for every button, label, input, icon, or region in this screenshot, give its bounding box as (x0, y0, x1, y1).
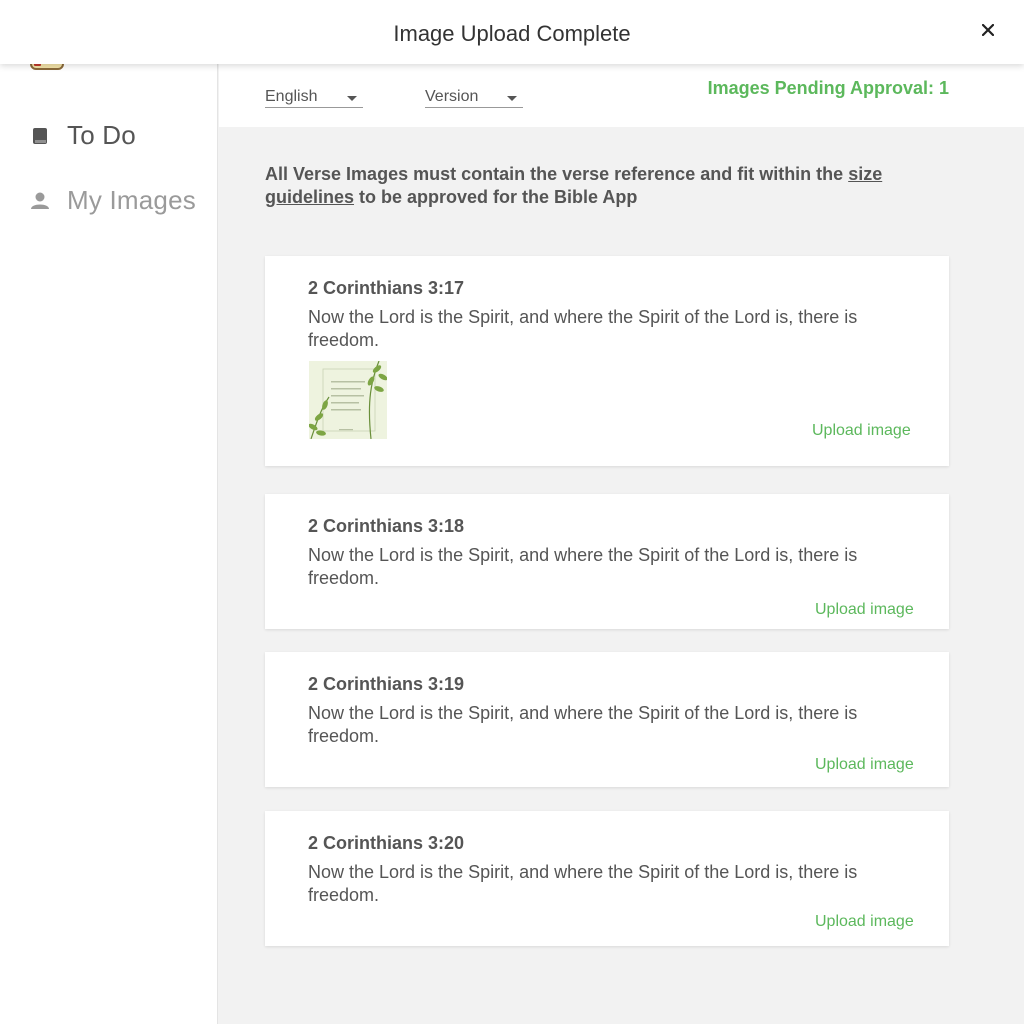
version-select-value: Version (425, 88, 479, 105)
sidebar-item-label: To Do (67, 120, 136, 150)
verse-text: Now the Lord is the Spirit, and where th… (308, 862, 858, 905)
notice-text: to be approved for the Bible App (354, 187, 638, 207)
upload-image-button[interactable]: Upload image (815, 756, 914, 774)
sidebar-item-todo[interactable]: To Do (30, 120, 136, 151)
verse-reference: 2 Corinthians 3:17 (308, 278, 465, 298)
guidelines-notice: All Verse Images must contain the verse … (265, 163, 885, 209)
book-icon (30, 126, 50, 146)
notice-text: All Verse Images must contain the verse … (265, 164, 849, 184)
verse-card: 2 Corinthians 3:17 Now the Lord is the S… (265, 256, 949, 466)
verse-card: 2 Corinthians 3:20 Now the Lord is the S… (265, 811, 949, 946)
page: To Do My Images English Version Images P… (0, 0, 1024, 1024)
sidebar-item-my-images[interactable]: My Images (30, 185, 196, 216)
language-select[interactable]: English (265, 86, 363, 108)
caret-down-icon (507, 96, 517, 101)
verse-card: 2 Corinthians 3:19 Now the Lord is the S… (265, 652, 949, 787)
verse-text: Now the Lord is the Spirit, and where th… (308, 703, 858, 746)
verse-image-thumbnail[interactable] (309, 361, 387, 439)
sidebar: To Do My Images (0, 0, 218, 1024)
verse-reference: 2 Corinthians 3:20 (308, 833, 465, 853)
sidebar-item-label: My Images (67, 185, 196, 215)
person-icon (30, 191, 50, 211)
caret-down-icon (347, 96, 357, 101)
upload-image-button[interactable]: Upload image (812, 422, 911, 440)
close-icon[interactable] (976, 18, 1000, 42)
upload-image-button[interactable]: Upload image (815, 601, 914, 619)
pending-approval-count: Images Pending Approval: 1 (707, 78, 949, 98)
upload-complete-header: Image Upload Complete (0, 0, 1024, 64)
verse-text: Now the Lord is the Spirit, and where th… (308, 545, 858, 588)
verse-reference: 2 Corinthians 3:18 (308, 516, 465, 536)
version-select[interactable]: Version (425, 86, 523, 108)
filter-bar: English Version Images Pending Approval:… (219, 64, 1024, 127)
modal-title: Image Upload Complete (393, 21, 631, 46)
language-select-value: English (265, 88, 318, 105)
upload-image-button[interactable]: Upload image (815, 913, 914, 931)
verse-card: 2 Corinthians 3:18 Now the Lord is the S… (265, 494, 949, 629)
verse-reference: 2 Corinthians 3:19 (308, 674, 465, 694)
verse-text: Now the Lord is the Spirit, and where th… (308, 307, 858, 350)
